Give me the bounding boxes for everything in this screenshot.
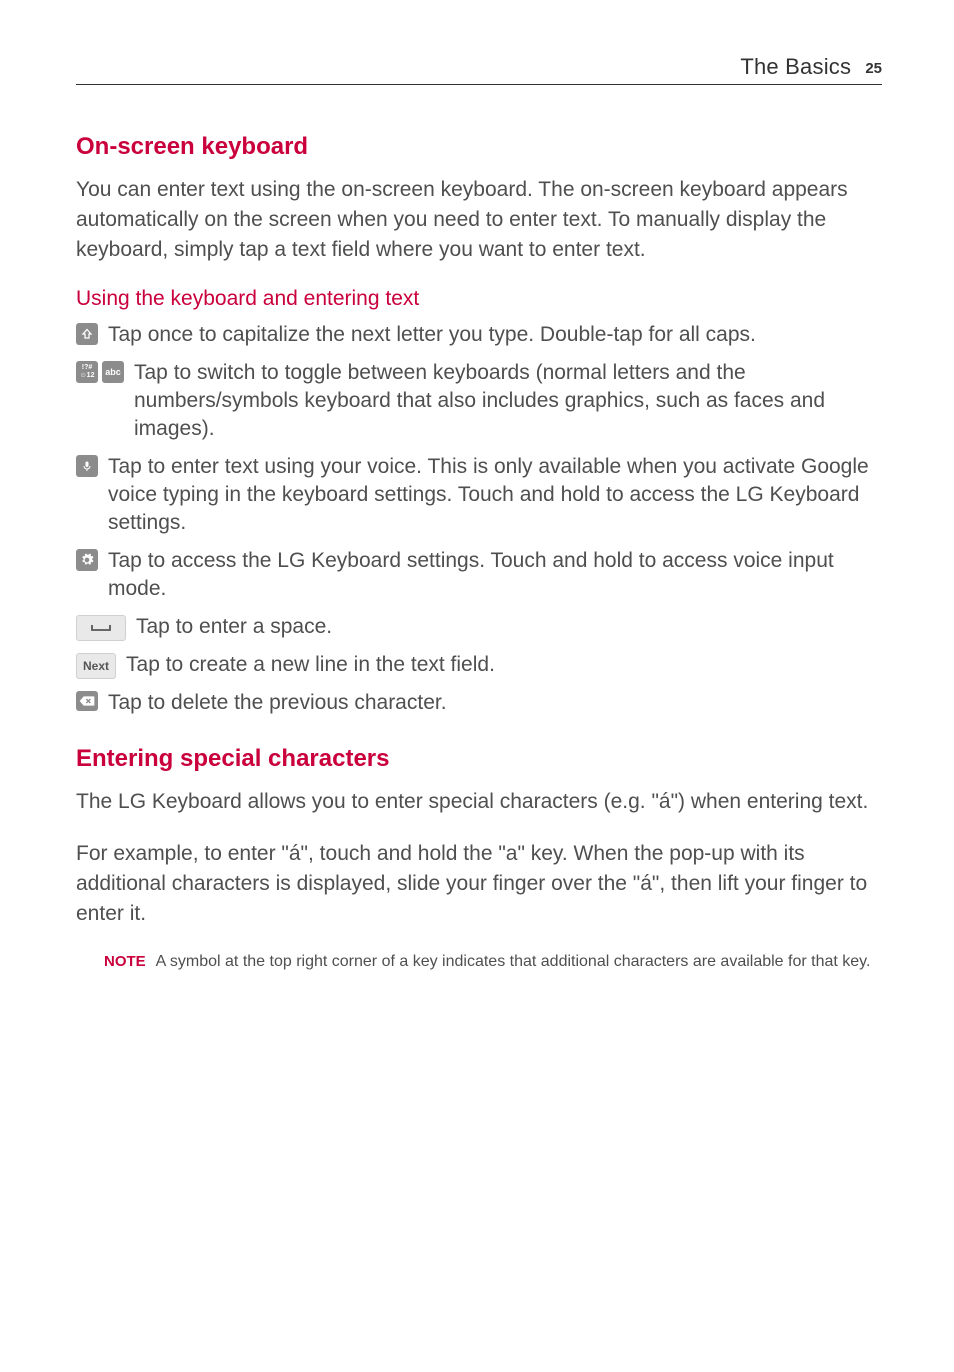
list-item-text: Tap to create a new line in the text fie… <box>126 651 882 679</box>
list-item-text: Tap to access the LG Keyboard settings. … <box>108 547 882 603</box>
list-item: !?# ☺12 abc Tap to switch to toggle betw… <box>76 359 882 443</box>
list-item: Tap to enter a space. <box>76 613 882 641</box>
list-item-text: Tap once to capitalize the next letter y… <box>108 321 882 349</box>
list-item: Tap once to capitalize the next letter y… <box>76 321 882 349</box>
section-heading-special-chars: Entering special characters <box>76 745 882 773</box>
list-item-text: Tap to delete the previous character. <box>108 689 882 717</box>
symbols-label: !?# <box>82 364 93 372</box>
note-label: NOTE <box>104 951 146 973</box>
subheading-using-keyboard: Using the keyboard and entering text <box>76 287 882 311</box>
intro-paragraph: You can enter text using the on-screen k… <box>76 175 882 265</box>
list-item: Tap to enter text using your voice. This… <box>76 453 882 537</box>
list-item-text: Tap to enter a space. <box>136 613 882 641</box>
abc-key-icon: abc <box>102 361 124 383</box>
list-item-text: Tap to enter text using your voice. This… <box>108 453 882 537</box>
symbols-key-icon: !?# ☺12 <box>76 361 98 383</box>
chapter-title: The Basics <box>740 54 851 79</box>
gear-key-icon <box>76 549 98 571</box>
special-chars-p2: For example, to enter "á", touch and hol… <box>76 839 882 929</box>
list-item: Tap to access the LG Keyboard settings. … <box>76 547 882 603</box>
list-item: Tap to delete the previous character. <box>76 689 882 717</box>
space-key-icon <box>76 615 126 641</box>
backspace-key-icon <box>76 691 98 711</box>
list-item: Next Tap to create a new line in the tex… <box>76 651 882 679</box>
shift-key-icon <box>76 323 98 345</box>
page-number: 25 <box>865 60 882 77</box>
mic-key-icon <box>76 455 98 477</box>
note-text: A symbol at the top right corner of a ke… <box>156 951 882 973</box>
special-chars-p1: The LG Keyboard allows you to enter spec… <box>76 787 882 817</box>
list-item-text: Tap to switch to toggle between keyboard… <box>134 359 882 443</box>
note-block: NOTE A symbol at the top right corner of… <box>104 951 882 973</box>
page: The Basics 25 On-screen keyboard You can… <box>0 0 954 1372</box>
next-key-icon: Next <box>76 653 116 679</box>
running-header: The Basics 25 <box>76 54 882 85</box>
smiley-num-label: ☺12 <box>80 372 95 380</box>
section-heading-keyboard: On-screen keyboard <box>76 133 882 161</box>
